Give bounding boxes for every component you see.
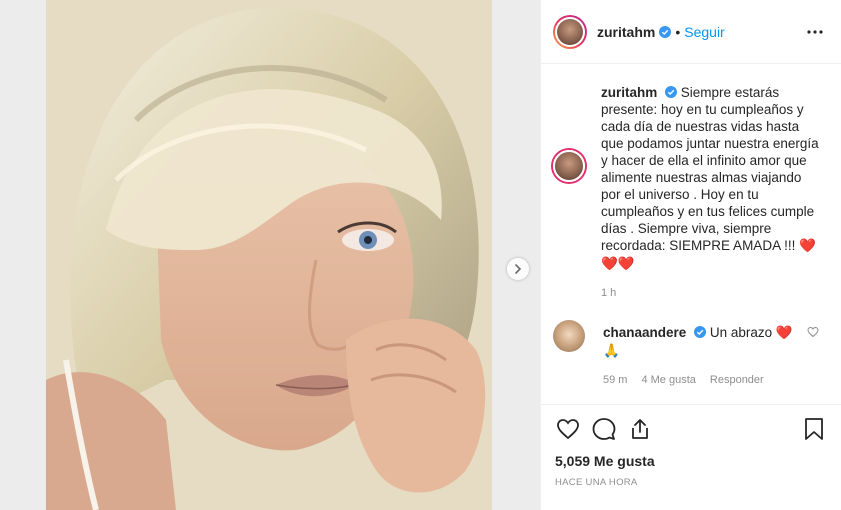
author-avatar[interactable] [553,14,587,49]
post-header: zuritahm • Seguir [541,0,841,64]
more-options-button[interactable] [803,20,827,44]
verified-badge-icon [659,25,672,38]
comment-time[interactable]: 59 m [603,372,627,389]
verified-badge-icon [694,326,707,338]
comments-section: zuritahm Siempre estarás presente: hoy e… [541,64,841,404]
follow-button[interactable]: Seguir [684,24,724,40]
comment-button[interactable] [591,416,617,442]
likes-count[interactable]: 5,059 Me gusta [555,453,827,469]
post-actions: 5,059 Me gusta Hace una hora [541,404,841,488]
caption: zuritahm Siempre estarás presente: hoy e… [553,84,827,302]
carousel-next-button[interactable] [507,258,529,280]
comment-body: chanaandere Un abrazo ❤️ 🙏 59 m 4 Me gus… [603,324,803,389]
like-button[interactable] [555,416,581,442]
heart-icon [557,419,579,440]
share-icon [632,419,648,439]
comment-text: Un abrazo [709,325,773,340]
post-media-area [0,0,540,510]
author-username[interactable]: zuritahm [597,24,655,40]
comment-icon [592,418,616,440]
caption-username[interactable]: zuritahm [601,85,657,100]
post-timestamp[interactable]: Hace una hora [555,477,827,488]
caption-avatar[interactable] [553,150,585,182]
commenter-avatar[interactable] [553,320,585,352]
caption-time[interactable]: 1 h [601,285,821,302]
separator-dot: • [675,23,681,40]
comment-likes[interactable]: 4 Me gusta [641,372,695,389]
caption-text: Siempre estarás presente: hoy en tu cump… [601,85,819,253]
comment-like-heart-icon[interactable] [807,326,819,338]
post-side-panel: zuritahm • Seguir zuritahm Siempre estar… [540,0,841,510]
caption-body: zuritahm Siempre estarás presente: hoy e… [601,84,821,302]
bookmark-icon [805,418,823,440]
share-button[interactable] [627,416,653,442]
save-button[interactable] [801,416,827,442]
reply-button[interactable]: Responder [710,372,764,389]
comment-item: chanaandere Un abrazo ❤️ 🙏 59 m 4 Me gus… [553,320,827,389]
action-icons-row [555,415,827,443]
more-icon [807,29,823,34]
post-photo[interactable] [46,0,492,510]
comment-meta: 59 m 4 Me gusta Responder [603,372,803,389]
portrait-image [46,0,492,510]
commenter-username[interactable]: chanaandere [603,325,686,340]
chevron-right-icon [515,264,522,274]
verified-badge-icon [665,86,678,98]
